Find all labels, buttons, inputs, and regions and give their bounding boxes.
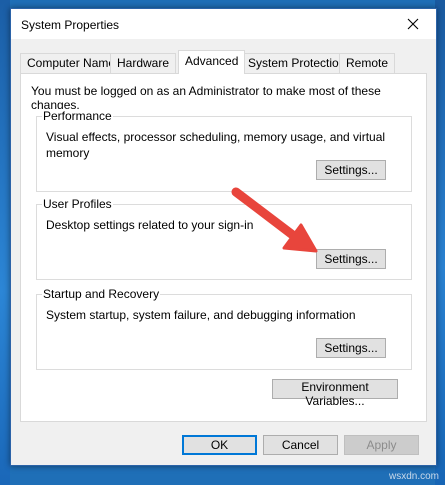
window-title: System Properties (21, 18, 120, 32)
desktop-background-left (0, 0, 10, 485)
performance-description: Visual effects, processor scheduling, me… (46, 130, 386, 160)
tab-computer-name[interactable]: Computer Name (20, 53, 123, 73)
advanced-tab-panel: You must be logged on as an Administrato… (20, 73, 427, 422)
cancel-button[interactable]: Cancel (263, 435, 338, 455)
startup-recovery-label: Startup and Recovery (42, 287, 161, 301)
tab-system-protection[interactable]: System Protection (241, 53, 353, 73)
startup-recovery-group: Startup and Recovery System startup, sys… (36, 287, 412, 370)
title-bar: System Properties (11, 9, 436, 39)
apply-button[interactable]: Apply (344, 435, 419, 455)
tab-advanced[interactable]: Advanced (178, 50, 246, 74)
startup-recovery-description: System startup, system failure, and debu… (46, 308, 356, 322)
user-profiles-group: User Profiles Desktop settings related t… (36, 197, 412, 280)
performance-group: Performance Visual effects, processor sc… (36, 109, 412, 192)
watermark: wsxdn.com (388, 471, 439, 482)
close-button[interactable] (390, 9, 436, 39)
startup-recovery-settings-button[interactable]: Settings... (316, 338, 386, 358)
user-profiles-description: Desktop settings related to your sign-in (46, 218, 254, 232)
performance-settings-button[interactable]: Settings... (316, 160, 386, 180)
close-icon (407, 18, 419, 30)
user-profiles-settings-button[interactable]: Settings... (316, 249, 386, 269)
performance-label: Performance (42, 109, 113, 123)
user-profiles-label: User Profiles (42, 197, 113, 211)
tab-hardware[interactable]: Hardware (110, 53, 177, 73)
system-properties-dialog: System Properties Computer Name Hardware… (10, 8, 437, 466)
environment-variables-button[interactable]: Environment Variables... (272, 379, 398, 408)
admin-notice: You must be logged on as an Administrato… (31, 84, 381, 112)
tab-remote[interactable]: Remote (339, 53, 396, 73)
tab-strip: Computer Name Hardware Advanced System P… (20, 50, 420, 74)
ok-button[interactable]: OK (182, 435, 257, 455)
